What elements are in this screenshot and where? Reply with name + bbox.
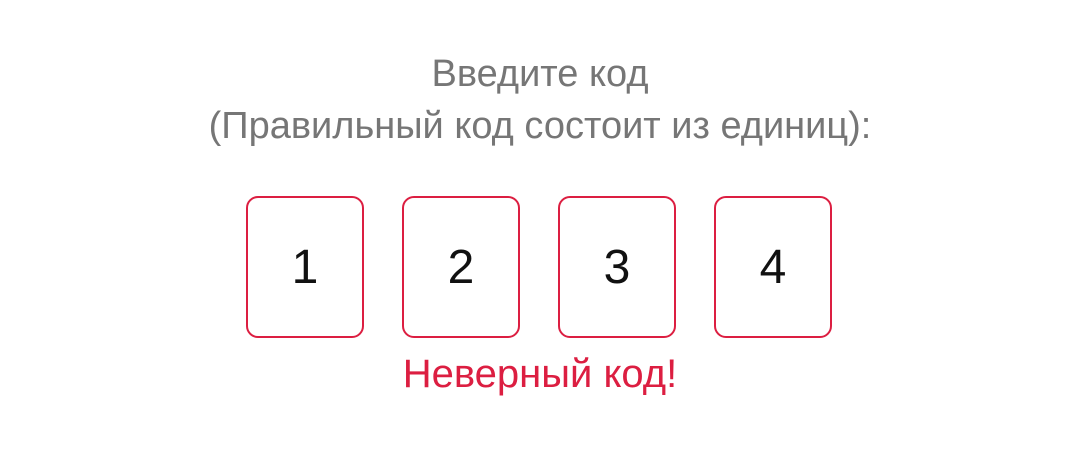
code-digit-field-4[interactable]: 4 (714, 196, 832, 338)
code-input-row: 1 2 3 4 (0, 196, 1080, 342)
code-digit-field-2[interactable]: 2 (402, 196, 520, 338)
code-prompt: Введите код (Правильный код состоит из е… (0, 48, 1080, 152)
prompt-hint: (Правильный код состоит из единиц): (208, 105, 872, 147)
error-message: Неверный код! (402, 352, 678, 396)
prompt-title: Введите код (431, 53, 649, 95)
code-digit-field-1[interactable]: 1 (246, 196, 364, 338)
code-digit-field-3[interactable]: 3 (558, 196, 676, 338)
